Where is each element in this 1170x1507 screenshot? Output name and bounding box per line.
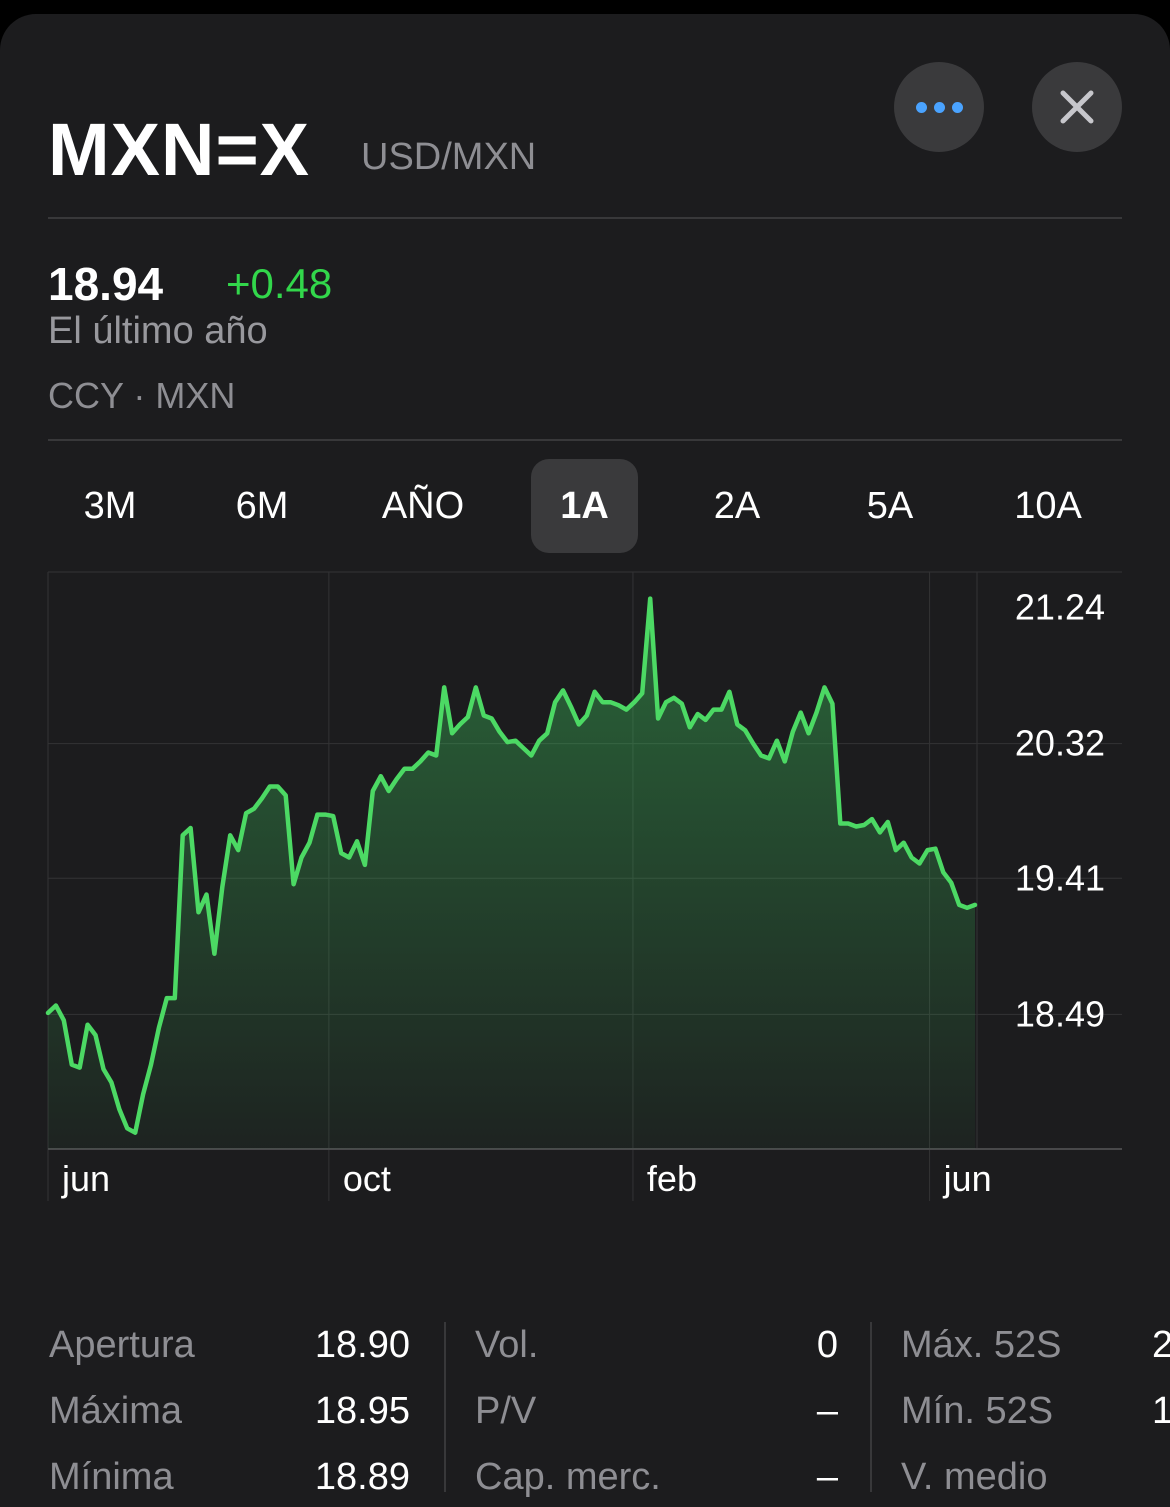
price-divider bbox=[48, 439, 1122, 441]
tab-ytd[interactable]: AÑO bbox=[358, 459, 488, 553]
y-tick-label: 21.24 bbox=[1015, 587, 1105, 628]
exchange-label: CCY · MXN bbox=[48, 375, 236, 416]
stat-value: 1 bbox=[1152, 1390, 1170, 1432]
column-divider bbox=[870, 1322, 872, 1492]
x-tick-label: feb bbox=[647, 1158, 697, 1199]
tab-2a[interactable]: 2A bbox=[673, 459, 801, 553]
x-tick-label: jun bbox=[943, 1158, 992, 1199]
stat-value: 0 bbox=[816, 1324, 838, 1366]
price-change: +0.48 bbox=[226, 260, 333, 307]
stat-label: Mínima bbox=[49, 1456, 174, 1498]
ellipsis-icon bbox=[915, 101, 963, 113]
stat-value: 18.89 bbox=[314, 1456, 410, 1498]
tab-6m[interactable]: 6M bbox=[200, 459, 324, 553]
stat-label: Vol. bbox=[475, 1324, 539, 1366]
stats-table: Apertura 18.90 Máxima 18.95 Mínima 18.89… bbox=[0, 1304, 1170, 1507]
stat-label: V. medio bbox=[901, 1456, 1048, 1498]
close-button[interactable] bbox=[1032, 62, 1122, 152]
price-chart[interactable]: 21.24 20.32 19.41 18.49 jun oct feb jun bbox=[0, 564, 1170, 1224]
stat-value: 18.90 bbox=[314, 1324, 410, 1366]
stat-label: Máxima bbox=[49, 1390, 183, 1432]
ticker-symbol: MXN=X bbox=[48, 108, 311, 191]
tab-1a[interactable]: 1A bbox=[531, 459, 638, 553]
tab-10a[interactable]: 10A bbox=[983, 459, 1113, 553]
range-tabs: 3M 6M AÑO 1A 2A 5A 10A bbox=[48, 459, 1170, 553]
header: MXN=X USD/MXN bbox=[48, 110, 848, 190]
stat-label: Máx. 52S bbox=[901, 1324, 1062, 1366]
y-tick-label: 18.49 bbox=[1015, 993, 1105, 1034]
stat-label: Apertura bbox=[49, 1324, 195, 1366]
stat-label: P/V bbox=[475, 1390, 537, 1432]
header-divider bbox=[48, 217, 1122, 219]
y-tick-label: 20.32 bbox=[1015, 723, 1105, 764]
period-label: El último año bbox=[48, 310, 268, 352]
x-tick-label: jun bbox=[61, 1158, 110, 1199]
stock-detail-sheet: MXN=X USD/MXN 18.94 +0.48 El último año … bbox=[0, 14, 1170, 1507]
tab-5a[interactable]: 5A bbox=[826, 459, 954, 553]
tab-3m[interactable]: 3M bbox=[48, 459, 172, 553]
stat-label: Cap. merc. bbox=[475, 1456, 661, 1498]
stat-value: – bbox=[816, 1390, 838, 1432]
y-tick-label: 19.41 bbox=[1015, 857, 1105, 898]
close-icon bbox=[1060, 90, 1094, 124]
current-price: 18.94 bbox=[48, 258, 164, 310]
column-divider bbox=[444, 1322, 446, 1492]
price-area bbox=[48, 598, 975, 1149]
currency-pair: USD/MXN bbox=[361, 136, 537, 178]
stat-label: Mín. 52S bbox=[901, 1390, 1054, 1432]
stat-value: – bbox=[816, 1456, 838, 1498]
stat-value: 2 bbox=[1152, 1324, 1170, 1366]
x-tick-label: oct bbox=[343, 1158, 391, 1199]
stat-value: 18.95 bbox=[314, 1390, 410, 1432]
more-button[interactable] bbox=[894, 62, 984, 152]
